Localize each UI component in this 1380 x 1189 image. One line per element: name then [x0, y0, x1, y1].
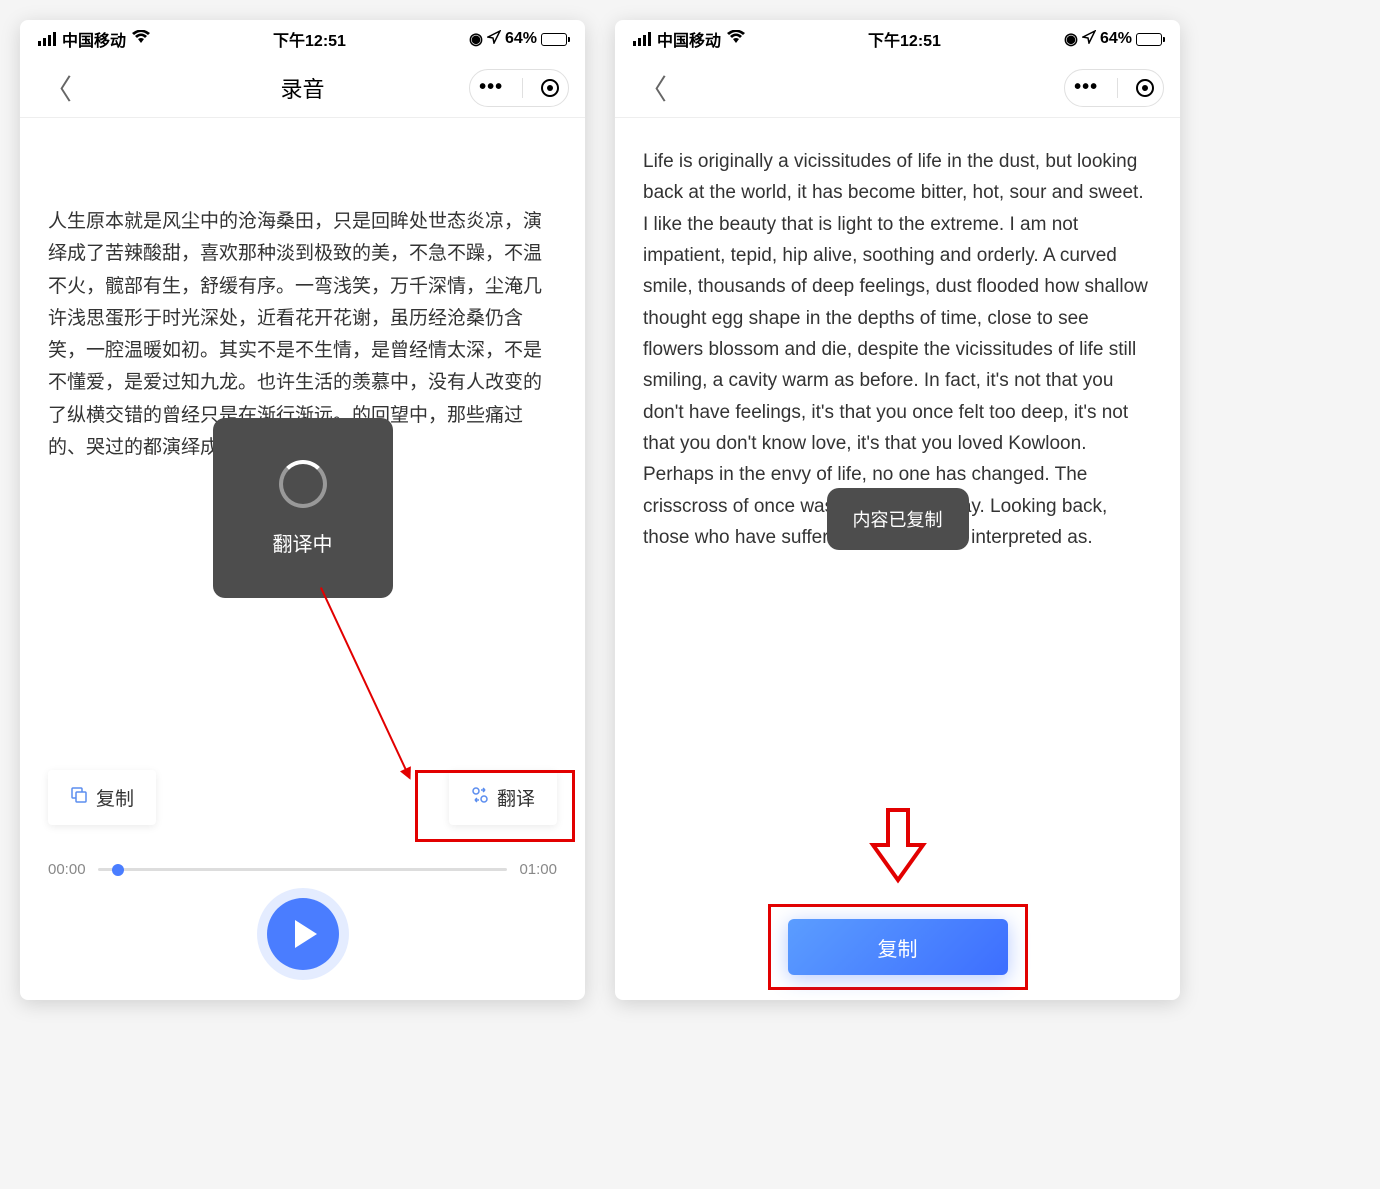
- annotation-arrow: [320, 587, 411, 778]
- miniprogram-capsule[interactable]: •••: [469, 69, 569, 107]
- translate-button[interactable]: 翻译: [449, 770, 557, 825]
- audio-player: 00:00 01:00: [20, 861, 585, 970]
- play-icon: [295, 920, 317, 948]
- status-time: 下午12:51: [868, 27, 941, 51]
- alarm-icon: ◉: [1064, 29, 1078, 49]
- copied-toast: 内容已复制: [827, 488, 969, 550]
- carrier-label: 中国移动: [62, 27, 126, 51]
- battery-pct: 64%: [1100, 30, 1132, 48]
- battery-icon: [1136, 33, 1162, 46]
- phone-left: 中国移动 下午12:51 ◉ 64% 〈 录音 ••• 人生原本就是风尘中的沧海…: [20, 20, 585, 1000]
- wifi-icon: [132, 30, 150, 49]
- play-button[interactable]: [267, 898, 339, 970]
- alarm-icon: ◉: [469, 29, 483, 49]
- copy-label: 复制: [96, 784, 134, 811]
- close-target-icon[interactable]: [541, 79, 559, 97]
- signal-icon: [38, 32, 56, 46]
- copy-label: 复制: [878, 933, 918, 962]
- loading-toast: 翻译中: [213, 418, 393, 598]
- translate-icon: [471, 786, 489, 809]
- copy-primary-button[interactable]: 复制: [788, 919, 1008, 975]
- status-bar: 中国移动 下午12:51 ◉ 64%: [20, 20, 585, 58]
- phone-right: 中国移动 下午12:51 ◉ 64% 〈 ••• Life is origina…: [615, 20, 1180, 1000]
- more-icon[interactable]: •••: [1074, 76, 1098, 99]
- slider-thumb[interactable]: [112, 864, 124, 876]
- progress-slider[interactable]: [98, 868, 508, 871]
- nav-bar: 〈 •••: [615, 58, 1180, 118]
- copy-button[interactable]: 复制: [48, 770, 156, 825]
- status-bar: 中国移动 下午12:51 ◉ 64%: [615, 20, 1180, 58]
- carrier-label: 中国移动: [657, 27, 721, 51]
- more-icon[interactable]: •••: [479, 76, 503, 99]
- wifi-icon: [727, 30, 745, 49]
- action-row: 复制 翻译: [20, 770, 585, 825]
- nav-bar: 〈 录音 •••: [20, 58, 585, 118]
- back-button[interactable]: 〈: [631, 64, 675, 112]
- location-icon: [1082, 30, 1096, 49]
- miniprogram-capsule[interactable]: •••: [1064, 69, 1164, 107]
- spinner-icon: [279, 460, 327, 508]
- time-end: 01:00: [519, 861, 557, 878]
- translate-label: 翻译: [497, 784, 535, 811]
- copy-icon: [70, 786, 88, 809]
- status-time: 下午12:51: [273, 27, 346, 51]
- signal-icon: [633, 32, 651, 46]
- toast-label: 内容已复制: [853, 506, 943, 532]
- battery-icon: [541, 33, 567, 46]
- location-icon: [487, 30, 501, 49]
- time-start: 00:00: [48, 861, 86, 878]
- annotation-down-arrow: [868, 805, 928, 890]
- battery-pct: 64%: [505, 30, 537, 48]
- close-target-icon[interactable]: [1136, 79, 1154, 97]
- toast-label: 翻译中: [273, 528, 333, 557]
